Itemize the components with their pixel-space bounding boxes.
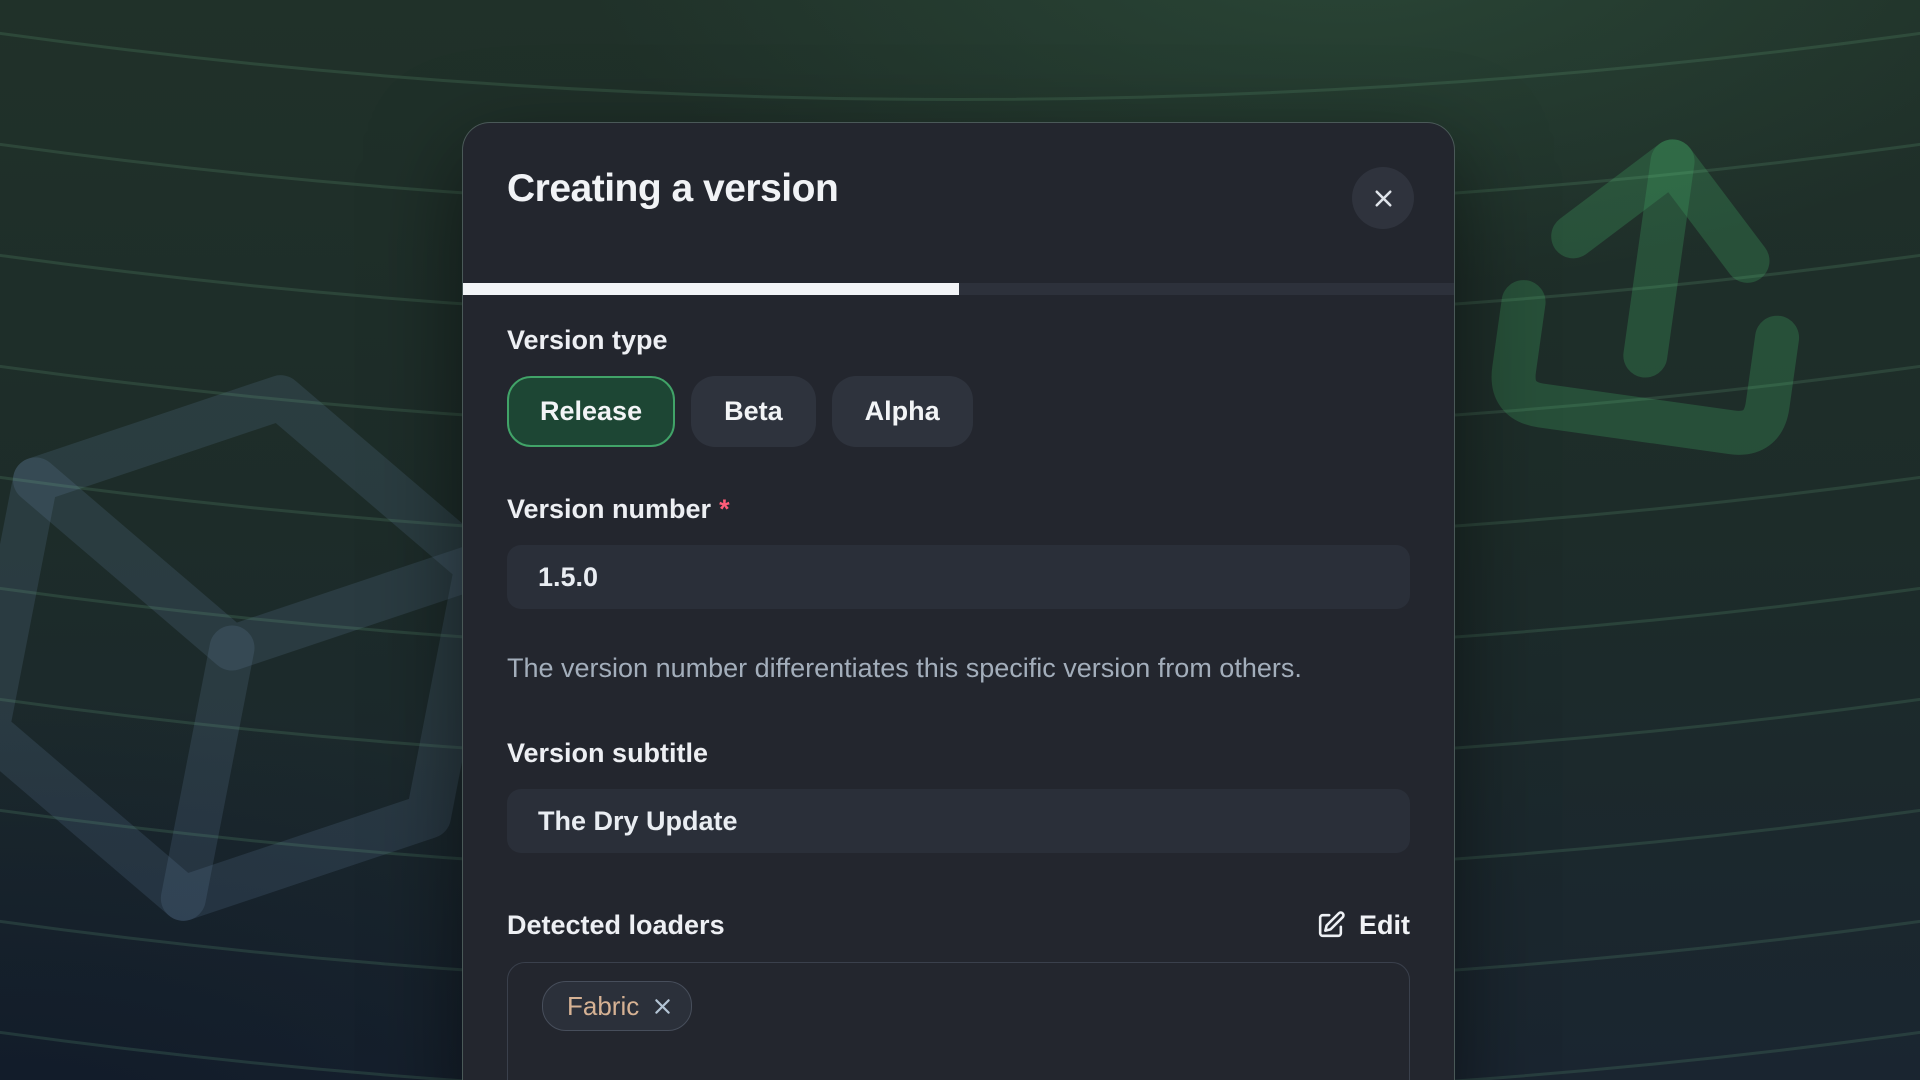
version-number-help: The version number differentiates this s… [507, 645, 1397, 691]
remove-x-icon [652, 996, 673, 1017]
version-subtitle-label: Version subtitle [507, 737, 1410, 770]
version-type-options: Release Beta Alpha [507, 376, 1410, 447]
create-version-modal: Creating a version Version type Release … [462, 122, 1455, 1080]
type-option-beta[interactable]: Beta [691, 376, 816, 447]
version-number-label: Version number* [507, 493, 1410, 526]
type-option-release[interactable]: Release [507, 376, 675, 447]
loader-chip-fabric: Fabric [542, 981, 692, 1031]
progress-fill [463, 283, 959, 295]
edit-pencil-icon [1315, 910, 1346, 941]
version-number-input[interactable] [507, 545, 1410, 609]
edit-label: Edit [1359, 910, 1410, 941]
version-subtitle-input[interactable] [507, 789, 1410, 853]
modal-body: Version type Release Beta Alpha Version … [463, 295, 1454, 1080]
version-type-label: Version type [507, 324, 1410, 357]
loader-chip-label: Fabric [567, 991, 639, 1022]
close-icon [1370, 185, 1397, 212]
close-button[interactable] [1352, 167, 1414, 229]
detected-loaders-header: Detected loaders Edit [507, 909, 1410, 942]
loaders-container: Fabric [507, 962, 1410, 1080]
modal-title: Creating a version [507, 167, 838, 211]
type-option-alpha[interactable]: Alpha [832, 376, 973, 447]
progress-bar [463, 283, 1454, 295]
page-background: Creating a version Version type Release … [0, 0, 1920, 1080]
required-asterisk: * [719, 494, 730, 524]
edit-loaders-button[interactable]: Edit [1315, 910, 1410, 941]
detected-loaders-label: Detected loaders [507, 909, 725, 942]
remove-loader-button[interactable] [652, 996, 673, 1017]
